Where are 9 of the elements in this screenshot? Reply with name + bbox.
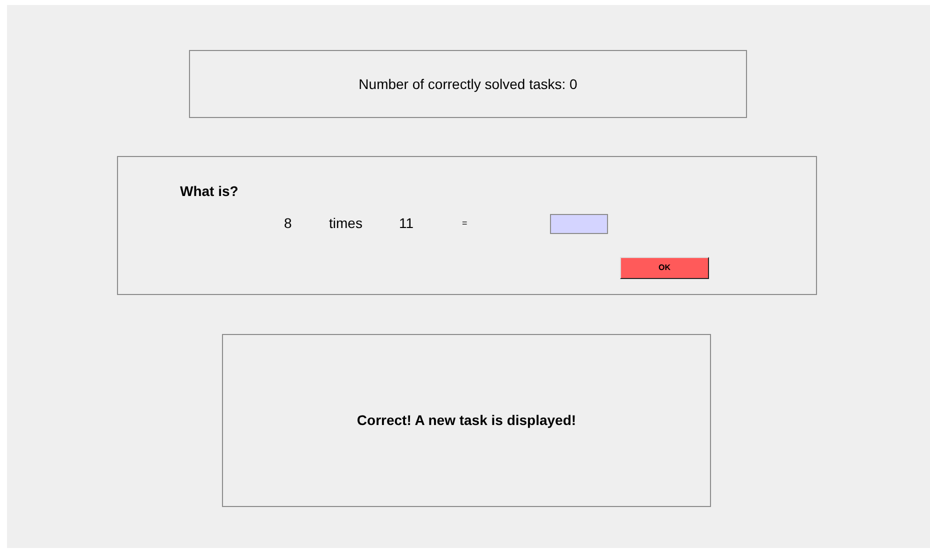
operator-label: times [329, 214, 364, 233]
equals-sign: = [462, 216, 468, 230]
ok-button[interactable]: OK [620, 257, 709, 279]
operand: 8 [284, 214, 293, 233]
feedback-message: Correct! A new task is displayed! [356, 411, 576, 430]
operand: 11 [399, 214, 415, 233]
task-heading: What is? [180, 182, 238, 201]
score-label: Number of correctly solved tasks: 0 [358, 74, 578, 94]
answer-field[interactable] [550, 214, 608, 234]
